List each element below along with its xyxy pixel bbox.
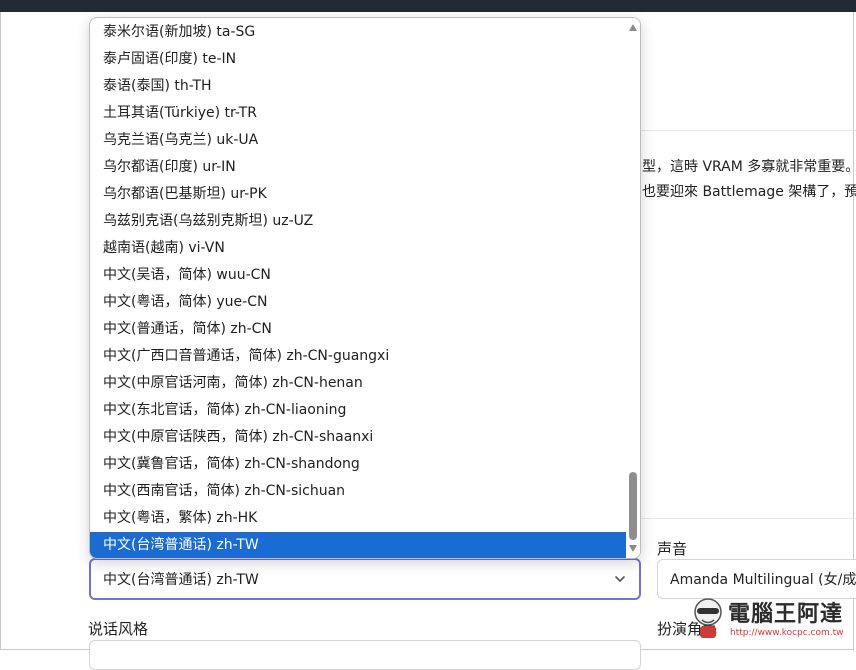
scroll-up-arrow-icon[interactable] [629, 24, 637, 31]
language-option[interactable]: 中文(东北官话，简体) zh-CN-liaoning [90, 397, 626, 424]
language-option[interactable]: 中文(西南官话，简体) zh-CN-sichuan [90, 478, 626, 505]
language-option[interactable]: 越南语(越南) vi-VN [90, 235, 626, 262]
language-option[interactable]: 中文(中原官话河南，简体) zh-CN-henan [90, 370, 626, 397]
watermark-url: http://www.kocpc.com.tw [730, 628, 844, 638]
language-option[interactable]: 泰卢固语(印度) te-IN [90, 46, 626, 73]
divider [640, 518, 856, 519]
language-option[interactable]: 泰语(泰国) th-TH [90, 73, 626, 100]
speaking-style-label: 说话风格 [88, 620, 149, 638]
language-select-value: 中文(台湾普通话) zh-TW [103, 572, 259, 588]
language-option[interactable]: 中文(粤语，繁体) zh-HK [90, 505, 626, 532]
language-option[interactable]: 中文(普通话，简体) zh-CN [90, 316, 626, 343]
article-text-line: 也要迎來 Battlemage 架構了，預計 [642, 184, 856, 200]
language-option-selected[interactable]: 中文(台湾普通话) zh-TW [90, 532, 626, 558]
language-option[interactable]: 乌兹别克语(乌兹别克斯坦) uz-UZ [90, 208, 626, 235]
language-option[interactable]: 土耳其语(Türkiye) tr-TR [90, 100, 626, 127]
scroll-down-arrow-icon[interactable] [629, 545, 637, 552]
language-option[interactable]: 泰米尔语(新加坡) ta-SG [90, 19, 626, 46]
language-options: 泰米尔语(新加坡) ta-SG 泰卢固语(印度) te-IN 泰语(泰国) th… [90, 18, 626, 558]
language-option[interactable]: 中文(冀鲁官话，简体) zh-CN-shandong [90, 451, 626, 478]
voice-select[interactable]: Amanda Multilingual (女/成年 [657, 559, 856, 599]
language-option[interactable]: 中文(吴语，简体) wuu-CN [90, 262, 626, 289]
language-option[interactable]: 乌尔都语(印度) ur-IN [90, 154, 626, 181]
language-option[interactable]: 中文(粤语，简体) yue-CN [90, 289, 626, 316]
language-dropdown-list[interactable]: 泰米尔语(新加坡) ta-SG 泰卢固语(印度) te-IN 泰语(泰国) th… [89, 17, 641, 559]
speaking-style-select[interactable] [89, 640, 641, 670]
watermark-logo: 電腦王阿達 http://www.kocpc.com.tw [690, 594, 850, 646]
language-option[interactable]: 中文(广西口音普通话，简体) zh-CN-guangxi [90, 343, 626, 370]
voice-label: 声音 [657, 540, 688, 558]
article-text-line: 型，這時 VRAM 多寡就非常重要。 [642, 159, 856, 175]
mascot-icon [694, 598, 722, 638]
voice-select-value: Amanda Multilingual (女/成年 [670, 572, 856, 588]
divider [640, 130, 856, 131]
dropdown-scrollbar[interactable] [626, 18, 640, 558]
watermark-title: 電腦王阿達 [728, 602, 844, 627]
top-bar [0, 0, 856, 12]
scrollbar-thumb[interactable] [629, 472, 637, 540]
language-select[interactable]: 中文(台湾普通话) zh-TW [89, 558, 641, 600]
chevron-down-icon [615, 576, 625, 582]
language-option[interactable]: 乌克兰语(乌克兰) uk-UA [90, 127, 626, 154]
language-option[interactable]: 中文(中原官话陕西，简体) zh-CN-shaanxi [90, 424, 626, 451]
language-option[interactable]: 乌尔都语(巴基斯坦) ur-PK [90, 181, 626, 208]
